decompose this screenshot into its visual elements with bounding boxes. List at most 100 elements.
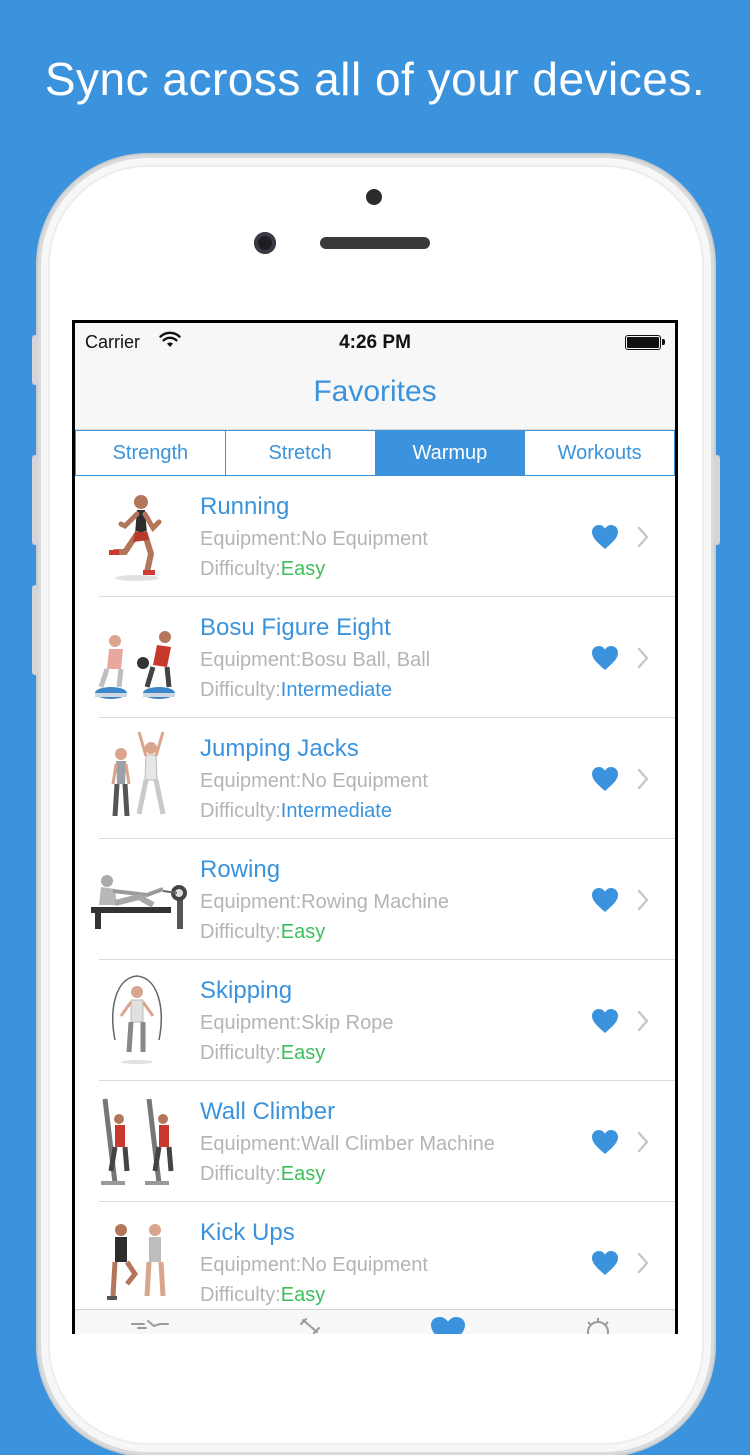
equipment-line: Equipment:Skip Rope — [200, 1012, 393, 1035]
difficulty-label: Difficulty: — [200, 558, 281, 580]
equipment-line: Equipment:Rowing Machine — [200, 891, 449, 914]
favorite-heart-icon[interactable] — [591, 645, 619, 671]
difficulty-value: Intermediate — [280, 679, 392, 701]
dumbbell-icon[interactable] — [300, 1318, 320, 1334]
rowing-thumbnail — [91, 875, 187, 929]
exercise-name: Wall Climber — [200, 1098, 336, 1125]
difficulty-value: Intermediate — [280, 800, 392, 822]
segment-stretch[interactable]: Stretch — [224, 431, 375, 475]
volume-down-button — [32, 585, 38, 675]
front-camera — [254, 232, 276, 254]
earpiece-speaker — [320, 237, 430, 249]
exercise-name: Skipping — [200, 977, 293, 1004]
heart-icon[interactable] — [430, 1316, 466, 1334]
page-title: Favorites — [313, 375, 437, 408]
equipment-value: Skip Rope — [301, 1012, 394, 1034]
gear-icon[interactable] — [583, 1318, 613, 1334]
favorite-heart-icon[interactable] — [591, 1129, 619, 1155]
equipment-line: Equipment:Wall Climber Machine — [200, 1133, 495, 1156]
promo-headline: Sync across all of your devices. — [44, 53, 706, 105]
navigation-bar: Favorites — [75, 363, 675, 430]
exercise-name: Running — [200, 493, 290, 520]
chevron-right-icon — [637, 526, 649, 548]
equipment-value: No Equipment — [301, 770, 428, 792]
chevron-right-icon — [637, 768, 649, 790]
list-item[interactable]: Jumping Jacks Equipment:No Equipment Dif… — [75, 718, 675, 839]
difficulty-line: Difficulty:Easy — [200, 1284, 325, 1307]
list-item[interactable]: Running Equipment:No Equipment Difficult… — [75, 476, 675, 597]
equipment-value: No Equipment — [301, 528, 428, 550]
exercise-name: Bosu Figure Eight — [200, 614, 391, 641]
status-bar: Carrier 4:26 PM — [75, 323, 675, 363]
list-item[interactable]: Kick Ups Equipment:No Equipment Difficul… — [75, 1202, 675, 1323]
phone-screen: Carrier 4:26 PM Favorites Strength Stret… — [72, 320, 678, 1334]
segment-warmup[interactable]: Warmup — [374, 431, 525, 475]
difficulty-label: Difficulty: — [200, 921, 281, 943]
silent-switch — [32, 335, 38, 385]
battery-icon — [625, 335, 665, 350]
wall-climber-thumbnail — [101, 1098, 174, 1185]
segment-workouts[interactable]: Workouts — [524, 431, 675, 475]
list-item[interactable]: Skipping Equipment:Skip Rope Difficulty:… — [75, 960, 675, 1081]
difficulty-line: Difficulty:Easy — [200, 1163, 325, 1186]
list-item[interactable]: Wall Climber Equipment:Wall Climber Mach… — [75, 1081, 675, 1202]
skipping-thumbnail — [112, 975, 162, 1064]
equipment-value: No Equipment — [301, 1254, 428, 1276]
proximity-sensor — [366, 189, 382, 205]
equipment-value: Rowing Machine — [301, 891, 450, 913]
difficulty-label: Difficulty: — [200, 800, 281, 822]
exercise-name: Jumping Jacks — [200, 735, 359, 762]
difficulty-label: Difficulty: — [200, 1042, 281, 1064]
exercise-name: Kick Ups — [200, 1219, 295, 1246]
power-button — [714, 455, 720, 545]
category-segmented-control: Strength Stretch Warmup Workouts — [75, 430, 675, 476]
exercise-name: Rowing — [200, 856, 281, 883]
bosu-figure-eight-thumbnail — [95, 631, 175, 699]
difficulty-line: Difficulty:Intermediate — [200, 800, 392, 823]
favorite-heart-icon[interactable] — [591, 766, 619, 792]
volume-up-button — [32, 455, 38, 545]
list-item[interactable]: Rowing Equipment:Rowing Machine Difficul… — [75, 839, 675, 960]
chevron-right-icon — [637, 1131, 649, 1153]
difficulty-line: Difficulty:Easy — [200, 1042, 325, 1065]
difficulty-value: Easy — [280, 1284, 326, 1306]
equipment-label: Equipment: — [200, 528, 302, 550]
favorite-heart-icon[interactable] — [591, 524, 619, 550]
difficulty-label: Difficulty: — [200, 679, 281, 701]
equipment-label: Equipment: — [200, 1254, 302, 1276]
jumping-jacks-thumbnail — [111, 731, 166, 817]
equipment-label: Equipment: — [200, 1133, 302, 1155]
chevron-right-icon — [637, 647, 649, 669]
difficulty-line: Difficulty:Easy — [200, 558, 325, 581]
tab-bar — [75, 1309, 675, 1334]
chevron-right-icon — [637, 1252, 649, 1274]
exercises-icon[interactable] — [130, 1318, 170, 1334]
difficulty-line: Difficulty:Easy — [200, 921, 325, 944]
difficulty-label: Difficulty: — [200, 1284, 281, 1306]
difficulty-label: Difficulty: — [200, 1163, 281, 1185]
equipment-value: Bosu Ball, Ball — [301, 649, 431, 671]
app-screen: Carrier 4:26 PM Favorites Strength Stret… — [75, 323, 675, 1334]
equipment-label: Equipment: — [200, 649, 302, 671]
segment-strength[interactable]: Strength — [75, 431, 225, 475]
difficulty-line: Difficulty:Intermediate — [200, 679, 392, 702]
difficulty-value: Easy — [280, 1042, 326, 1064]
difficulty-value: Easy — [280, 1163, 326, 1185]
favorites-list: Running Equipment:No Equipment Difficult… — [75, 476, 675, 1323]
equipment-value: Wall Climber Machine — [301, 1133, 495, 1155]
difficulty-value: Easy — [280, 921, 326, 943]
equipment-line: Equipment:Bosu Ball, Ball — [200, 649, 430, 672]
difficulty-value: Easy — [280, 558, 326, 580]
equipment-line: Equipment:No Equipment — [200, 1254, 428, 1277]
chevron-right-icon — [637, 1010, 649, 1032]
equipment-label: Equipment: — [200, 891, 302, 913]
equipment-label: Equipment: — [200, 1012, 302, 1034]
favorite-heart-icon[interactable] — [591, 887, 619, 913]
equipment-line: Equipment:No Equipment — [200, 528, 428, 551]
status-time: 4:26 PM — [339, 332, 411, 353]
favorite-heart-icon[interactable] — [591, 1008, 619, 1034]
running-thumbnail — [109, 495, 162, 581]
equipment-label: Equipment: — [200, 770, 302, 792]
list-item[interactable]: Bosu Figure Eight Equipment:Bosu Ball, B… — [75, 597, 675, 718]
favorite-heart-icon[interactable] — [591, 1250, 619, 1276]
